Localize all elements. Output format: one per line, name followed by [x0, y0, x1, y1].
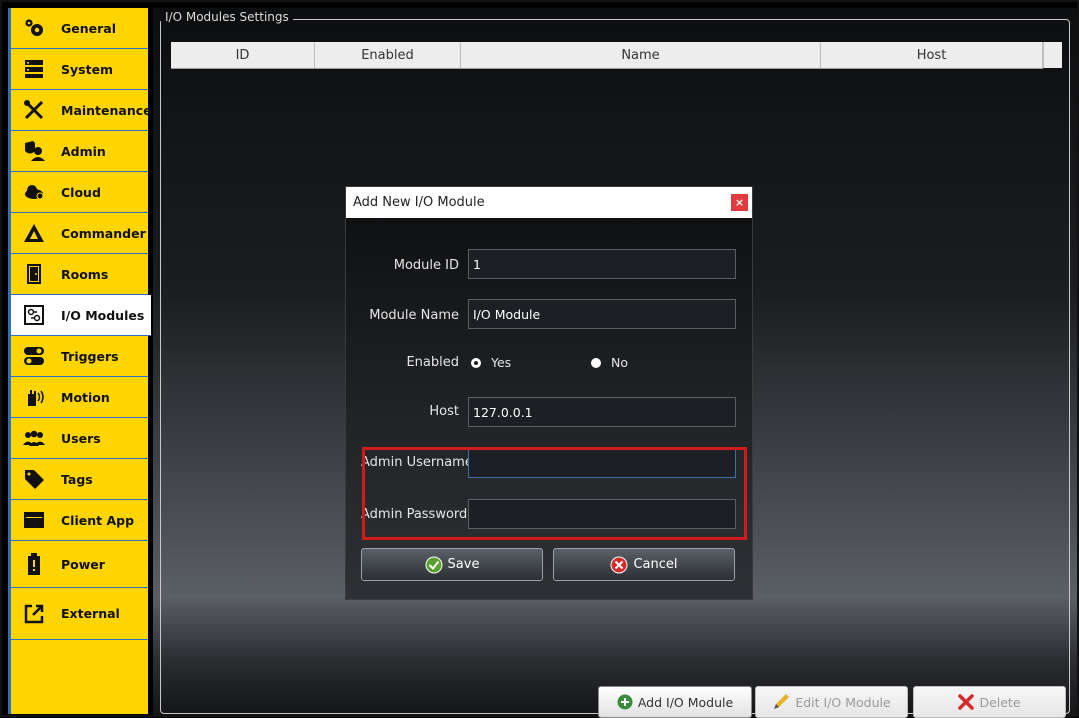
radio-unselected-icon: [591, 357, 601, 368]
sidebar-item-motion[interactable]: Motion: [11, 377, 148, 418]
sidebar-item-client-app[interactable]: Client App: [11, 500, 148, 541]
sidebar-item-io-modules[interactable]: I/O Modules: [11, 295, 151, 336]
delete-button-label: Delete: [979, 694, 1021, 710]
sidebar-item-power[interactable]: Power: [11, 541, 148, 588]
sidebar-item-general[interactable]: General: [11, 8, 148, 49]
tools-icon: [23, 99, 45, 121]
dialog-titlebar: Add New I/O Module ×: [346, 187, 752, 218]
host-field[interactable]: 127.0.0.1: [468, 397, 736, 427]
enabled-no-radio[interactable]: No: [591, 355, 628, 370]
sidebar-item-label: General: [61, 20, 116, 36]
sidebar-item-triggers[interactable]: Triggers: [11, 336, 148, 377]
sidebar-item-tags[interactable]: Tags: [11, 459, 148, 500]
credentials-highlight-box: [362, 447, 747, 540]
sidebar-item-admin[interactable]: Admin: [11, 131, 148, 172]
cancel-button[interactable]: Cancel: [553, 548, 735, 581]
column-header-id[interactable]: ID: [171, 42, 315, 68]
enabled-yes-label: Yes: [491, 355, 512, 370]
external-link-icon: [23, 603, 45, 625]
enabled-yes-radio[interactable]: Yes: [471, 355, 511, 370]
module-id-label: Module ID: [393, 258, 459, 273]
sidebar-item-label: Power: [61, 556, 105, 572]
sidebar-item-maintenance[interactable]: Maintenance: [11, 90, 152, 131]
door-icon: [23, 263, 45, 285]
sidebar-item-label: Triggers: [61, 348, 119, 364]
sidebar-item-commander[interactable]: Commander: [11, 213, 148, 254]
table-header-filler: [1043, 42, 1062, 68]
sidebar-item-label: Tags: [61, 471, 93, 487]
enabled-no-label: No: [611, 355, 628, 370]
gears-icon: [23, 17, 45, 39]
dialog-title: Add New I/O Module: [353, 195, 485, 210]
sidebar-item-label: System: [61, 61, 114, 77]
commander-logo-icon: [23, 222, 45, 244]
save-button-label: Save: [447, 557, 480, 572]
red-x-icon: [958, 694, 975, 710]
sidebar-item-label: Admin: [61, 143, 106, 159]
sidebar-item-label: Commander: [61, 225, 146, 241]
admin-shield-icon: [23, 140, 45, 162]
module-name-field[interactable]: I/O Module: [468, 299, 736, 329]
sidebar-item-rooms[interactable]: Rooms: [11, 254, 148, 295]
add-circle-icon: [617, 694, 633, 710]
edit-io-module-button[interactable]: Edit I/O Module: [755, 686, 908, 718]
sidebar-item-external[interactable]: External: [11, 588, 148, 640]
module-id-field[interactable]: 1: [468, 249, 736, 279]
sidebar: General System Maintenance Admin Cloud C…: [8, 8, 152, 714]
add-io-module-button[interactable]: Add I/O Module: [598, 686, 752, 718]
sidebar-item-label: Maintenance: [61, 102, 152, 118]
edit-button-label: Edit I/O Module: [795, 694, 891, 710]
sidebar-item-label: External: [61, 606, 120, 621]
table-header: ID Enabled Name Host: [171, 42, 1043, 69]
battery-icon: [23, 553, 45, 575]
group-title: I/O Modules Settings: [161, 10, 293, 24]
io-module-icon: [23, 304, 45, 326]
users-icon: [23, 427, 45, 449]
enabled-label: Enabled: [406, 355, 459, 370]
cancel-button-label: Cancel: [633, 557, 678, 572]
hand-wave-icon: [23, 386, 45, 408]
cloud-icon: [23, 181, 45, 203]
sidebar-item-cloud[interactable]: Cloud: [11, 172, 148, 213]
radio-selected-icon: [471, 357, 481, 368]
column-header-host[interactable]: Host: [821, 42, 1043, 68]
sidebar-item-label: Users: [61, 430, 101, 446]
sidebar-item-label: Client App: [61, 512, 135, 528]
add-button-label: Add I/O Module: [637, 694, 734, 710]
module-name-label: Module Name: [369, 308, 459, 323]
save-button[interactable]: Save: [361, 548, 543, 581]
server-icon: [23, 58, 45, 80]
sidebar-item-system[interactable]: System: [11, 49, 148, 90]
sidebar-item-label: I/O Modules: [61, 307, 145, 323]
host-label: Host: [429, 404, 459, 419]
sidebar-item-label: Rooms: [61, 266, 109, 282]
tag-icon: [23, 468, 45, 490]
column-header-enabled[interactable]: Enabled: [315, 42, 461, 68]
delete-button[interactable]: Delete: [913, 686, 1066, 718]
app-window: General System Maintenance Admin Cloud C…: [0, 0, 1079, 718]
sidebar-item-label: Cloud: [61, 184, 101, 200]
close-icon[interactable]: ×: [731, 194, 748, 211]
cancel-circle-icon: [610, 556, 628, 574]
sidebar-item-label: Motion: [61, 389, 110, 405]
window-icon: [23, 509, 45, 531]
checkmark-icon: [425, 556, 443, 574]
pencil-icon: [772, 693, 790, 711]
sidebar-item-users[interactable]: Users: [11, 418, 148, 459]
column-header-name[interactable]: Name: [461, 42, 821, 68]
toggle-icon: [23, 345, 45, 367]
